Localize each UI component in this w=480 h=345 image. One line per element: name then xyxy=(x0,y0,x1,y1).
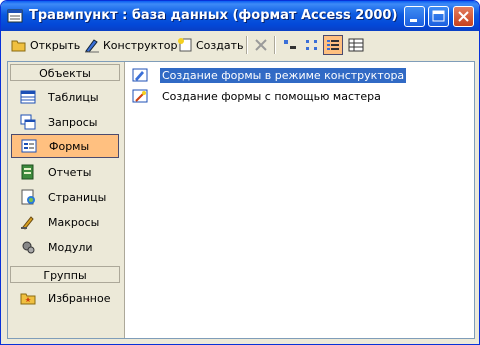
sidebar-item-favorites[interactable]: Избранное xyxy=(11,286,119,310)
close-icon xyxy=(458,11,469,22)
minimize-button[interactable] xyxy=(404,6,425,27)
sidebar-item-label: Макросы xyxy=(48,215,100,229)
objects-sidebar: Объекты Таблицы Запросы Формы Отчеты Стр… xyxy=(8,62,125,338)
table-icon xyxy=(20,89,36,105)
list-item-label: Создание формы с помощью мастера xyxy=(162,89,381,103)
list-item[interactable]: Создание формы с помощью мастера xyxy=(132,87,383,105)
toolbar: Открыть Конструктор Создать xyxy=(1,31,479,59)
small-icons-button[interactable] xyxy=(302,35,322,55)
design-label: Конструктор xyxy=(103,38,178,52)
details-view-icon xyxy=(348,38,364,52)
list-item[interactable]: Создание формы в режиме конструктора xyxy=(132,66,407,84)
sidebar-item-label: Таблицы xyxy=(48,90,99,104)
content-area: Объекты Таблицы Запросы Формы Отчеты Стр… xyxy=(7,61,475,339)
sidebar-item-label: Избранное xyxy=(48,291,111,305)
sidebar-item-label: Отчеты xyxy=(48,165,92,179)
new-object-icon xyxy=(177,37,193,53)
macro-icon xyxy=(20,214,36,230)
delete-icon xyxy=(255,39,267,51)
close-button[interactable] xyxy=(453,6,474,27)
sidebar-item-label: Формы xyxy=(49,139,90,153)
design-form-icon xyxy=(132,67,148,83)
open-label: Открыть xyxy=(30,38,81,52)
sidebar-item-pages[interactable]: Страницы xyxy=(11,185,119,209)
window-title: Травмпункт : база данных (формат Access … xyxy=(29,8,398,23)
create-button[interactable]: Создать xyxy=(177,35,244,55)
large-icons-view-icon xyxy=(284,40,296,49)
database-window: Травмпункт : база данных (формат Access … xyxy=(0,0,480,345)
sidebar-item-label: Модули xyxy=(48,240,93,254)
details-view-button[interactable] xyxy=(346,35,366,55)
title-bar[interactable]: Травмпункт : база данных (формат Access … xyxy=(1,1,479,31)
database-icon xyxy=(7,8,23,24)
favorites-folder-icon xyxy=(20,290,36,306)
sidebar-item-forms[interactable]: Формы xyxy=(11,134,119,158)
large-icons-button[interactable] xyxy=(280,35,300,55)
sidebar-item-queries[interactable]: Запросы xyxy=(11,110,119,134)
object-list: Создание формы в режиме конструктора Соз… xyxy=(128,62,474,338)
objects-header[interactable]: Объекты xyxy=(10,64,120,81)
sidebar-item-macros[interactable]: Макросы xyxy=(11,210,119,234)
form-wizard-icon xyxy=(132,88,148,104)
toolbar-separator xyxy=(246,36,248,54)
sidebar-item-label: Запросы xyxy=(48,115,98,129)
report-icon xyxy=(20,164,36,180)
open-button[interactable]: Открыть xyxy=(11,35,80,55)
page-icon xyxy=(20,189,36,205)
list-item-label: Создание формы в режиме конструктора xyxy=(160,67,407,83)
minimize-icon xyxy=(410,19,417,22)
delete-button[interactable] xyxy=(251,35,271,55)
sidebar-item-tables[interactable]: Таблицы xyxy=(11,85,119,109)
sidebar-item-label: Страницы xyxy=(48,190,107,204)
groups-header[interactable]: Группы xyxy=(10,266,120,283)
module-icon xyxy=(20,239,36,255)
maximize-button[interactable] xyxy=(428,6,449,27)
design-button[interactable]: Конструктор xyxy=(84,35,177,55)
list-view-button[interactable] xyxy=(323,35,343,55)
design-ruler-icon xyxy=(84,37,100,53)
query-icon xyxy=(20,114,36,130)
maximize-icon xyxy=(432,10,445,22)
form-icon xyxy=(21,138,37,154)
sidebar-item-modules[interactable]: Модули xyxy=(11,235,119,259)
create-label: Создать xyxy=(196,38,244,52)
sidebar-item-reports[interactable]: Отчеты xyxy=(11,160,119,184)
small-icons-view-icon xyxy=(306,40,317,50)
toolbar-separator xyxy=(274,36,276,54)
list-view-icon xyxy=(327,40,339,50)
open-folder-icon xyxy=(11,37,27,53)
